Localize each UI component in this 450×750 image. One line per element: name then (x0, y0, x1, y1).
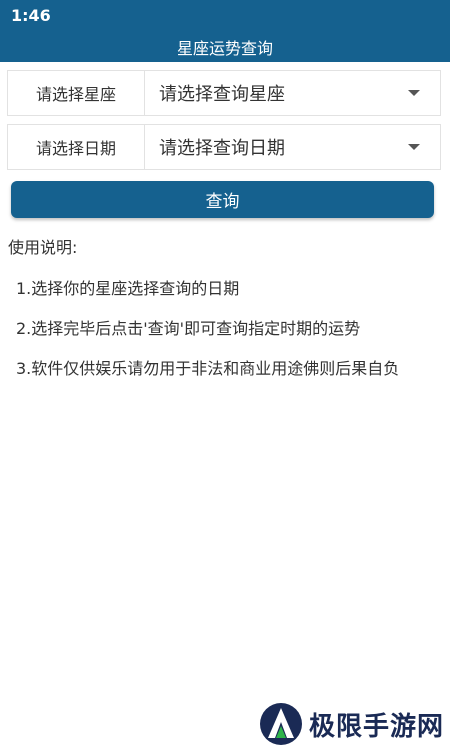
constellation-row: 请选择星座 请选择查询星座 (7, 70, 441, 116)
query-button[interactable]: 查询 (11, 181, 434, 218)
date-select-value: 请选择查询日期 (159, 138, 285, 159)
constellation-select[interactable]: 请选择查询星座 (145, 71, 440, 115)
page-title: 星座运势查询 (176, 38, 273, 58)
instructions-title: 使用说明: (8, 238, 78, 257)
constellation-label: 请选择星座 (8, 71, 145, 115)
app-title-bar: 星座运势查询 (0, 31, 450, 62)
date-row: 请选择日期 请选择查询日期 (7, 124, 441, 170)
status-bar: 1:46 (0, 0, 450, 31)
constellation-select-value: 请选择查询星座 (159, 84, 285, 105)
watermark-logo-icon (260, 703, 302, 745)
status-time: 1:46 (11, 6, 51, 25)
dropdown-arrow-icon (408, 144, 420, 150)
dropdown-arrow-icon (408, 90, 420, 96)
watermark-text: 极限手游网 (309, 711, 445, 742)
watermark: 极限手游网 (259, 702, 444, 746)
date-select[interactable]: 请选择查询日期 (145, 125, 440, 169)
instruction-item: 2.选择完毕后点击'查询'即可查询指定时期的运势 (16, 319, 361, 338)
date-label: 请选择日期 (8, 125, 145, 169)
instruction-item: 3.软件仅供娱乐请勿用于非法和商业用途佛则后果自负 (16, 359, 400, 378)
instruction-item: 1.选择你的星座选择查询的日期 (16, 279, 240, 298)
